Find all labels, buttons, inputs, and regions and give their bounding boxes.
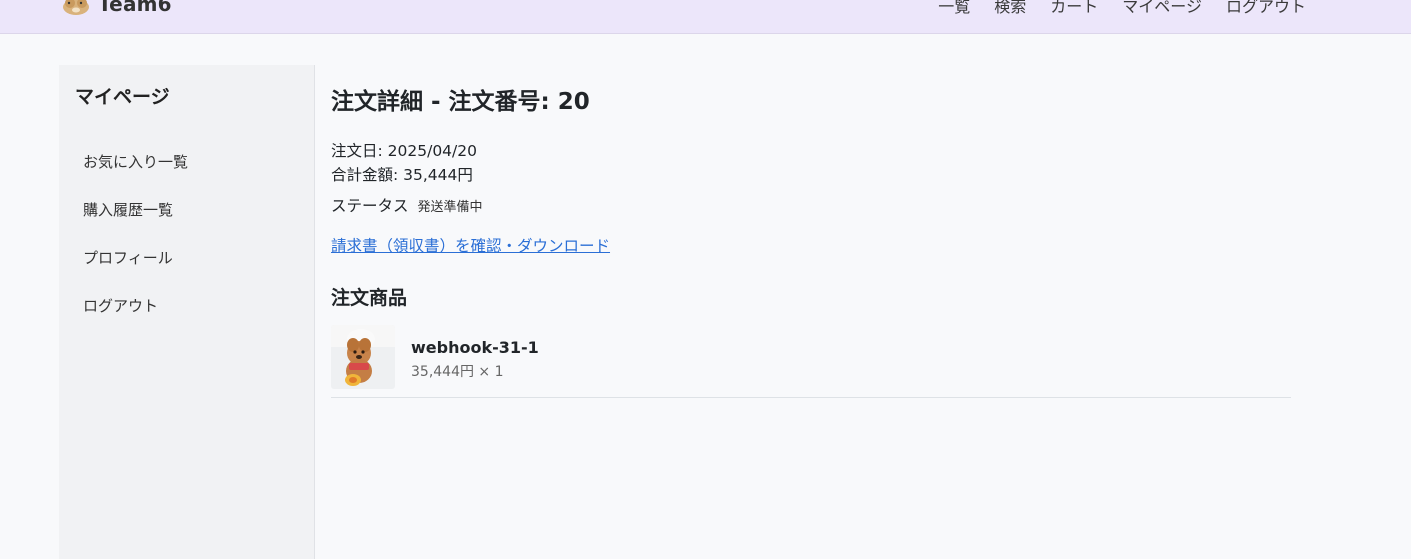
list-item: webhook-31-1 35,444円 × 1 — [331, 325, 1291, 398]
item-price-quantity: 35,444円 × 1 — [411, 364, 504, 380]
sidebar-title: マイページ — [75, 86, 170, 108]
ordered-items-title: 注文商品 — [331, 287, 408, 309]
invoice-download-link[interactable]: 請求書（領収書）を確認・ダウンロード — [331, 234, 610, 256]
nav-link-logout[interactable]: ログアウト — [1226, 0, 1306, 17]
order-date: 注文日: 2025/04/20 — [331, 142, 477, 160]
dog-photo-icon[interactable] — [331, 325, 395, 389]
status-row: ステータス 発送準備中 — [331, 194, 483, 216]
page-title: 注文詳細 - 注文番号: 20 — [331, 89, 590, 115]
status-badge: 発送準備中 — [417, 200, 483, 215]
mypage-sidebar: マイページ お気に入り一覧 購入履歴一覧 プロフィール ログアウト — [59, 65, 315, 559]
nav-link-mypage[interactable]: マイページ — [1122, 0, 1202, 17]
status-label: ステータス — [331, 197, 409, 215]
dog-logo-icon — [63, 0, 89, 15]
nav-link-cart[interactable]: カート — [1050, 0, 1098, 17]
sidebar-item-profile[interactable]: プロフィール — [83, 247, 173, 268]
item-name[interactable]: webhook-31-1 — [411, 338, 539, 357]
nav-link-search[interactable]: 検索 — [994, 0, 1026, 17]
sidebar-item-purchase-history[interactable]: 購入履歴一覧 — [83, 199, 173, 220]
nav-link-list[interactable]: 一覧 — [938, 0, 970, 17]
sidebar-item-logout[interactable]: ログアウト — [83, 295, 158, 316]
brand[interactable]: Team6 — [60, 0, 172, 17]
order-total: 合計金額: 35,444円 — [331, 166, 473, 184]
brand-name[interactable]: Team6 — [98, 0, 172, 16]
nav-links: 一覧 検索 カート マイページ ログアウト — [938, 0, 1306, 17]
top-navbar: Team6 一覧 検索 カート マイページ ログアウト — [0, 0, 1411, 34]
sidebar-item-favorites[interactable]: お気に入り一覧 — [83, 151, 188, 172]
